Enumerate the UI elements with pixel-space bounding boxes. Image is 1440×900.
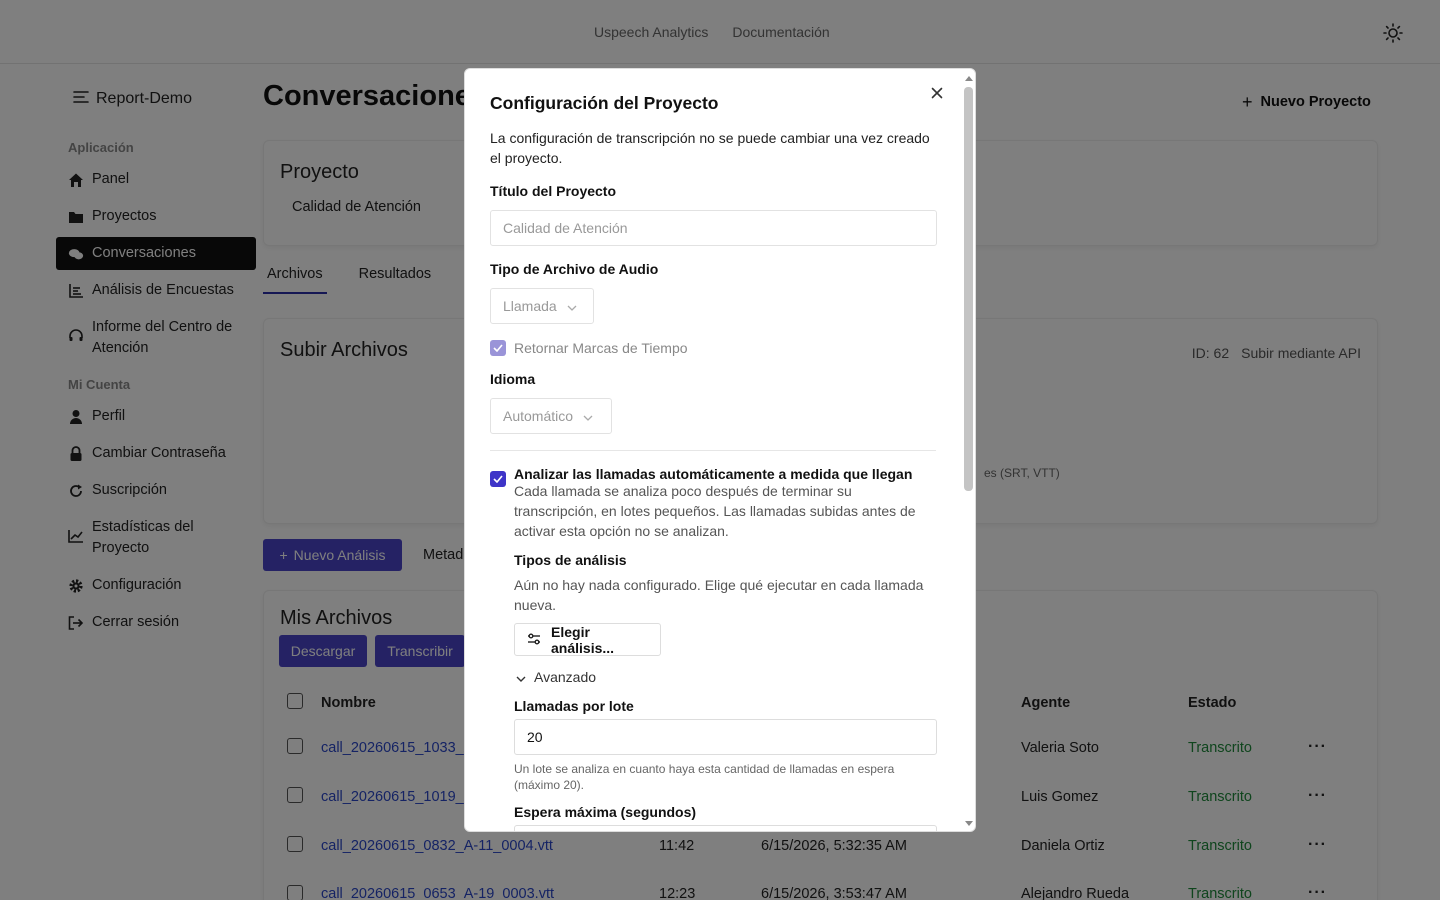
project-settings-dialog: Configuración del Proyecto La configurac… <box>464 68 976 832</box>
max-wait-label: Espera máxima (segundos) <box>514 804 697 820</box>
choose-analysis-label: Elegir análisis... <box>551 623 615 656</box>
audio-type-select[interactable]: Llamada <box>490 288 594 324</box>
analysis-types-description: Aún no hay nada configurado. Elige qué e… <box>514 577 924 613</box>
scroll-up-icon[interactable] <box>964 73 974 83</box>
timestamps-checkbox[interactable] <box>490 340 506 356</box>
analysis-types-label: Tipos de análisis <box>514 552 627 568</box>
audio-type-label: Tipo de Archivo de Audio <box>490 261 659 277</box>
choose-analysis-button[interactable]: Elegir análisis... <box>514 623 661 656</box>
language-select[interactable]: Automático <box>490 398 612 434</box>
chevron-down-icon <box>567 298 577 314</box>
dialog-description: La configuración de transcripción no se … <box>490 130 930 166</box>
batch-size-hint: Un lote se analiza en cuanto haya esta c… <box>514 762 895 792</box>
close-icon[interactable] <box>927 83 947 103</box>
scrollbar-thumb[interactable] <box>964 87 973 491</box>
project-title-input[interactable]: Calidad de Atención <box>490 210 937 246</box>
sliders-icon <box>527 632 541 648</box>
chevron-down-icon <box>516 669 526 685</box>
audio-type-value: Llamada <box>503 298 557 314</box>
language-value: Automático <box>503 408 574 424</box>
batch-size-label: Llamadas por lote <box>514 698 634 714</box>
chevron-down-icon <box>583 408 593 424</box>
advanced-label: Avanzado <box>534 669 597 685</box>
scroll-down-icon[interactable] <box>964 818 974 828</box>
auto-analyze-checkbox[interactable] <box>490 471 506 487</box>
auto-analyze-label: Analizar las llamadas automáticamente a … <box>514 466 913 482</box>
auto-analyze-description: Cada llamada se analiza poco después de … <box>514 483 916 539</box>
section-divider <box>490 450 936 451</box>
advanced-toggle[interactable]: Avanzado <box>516 669 596 685</box>
timestamps-label: Retornar Marcas de Tiempo <box>514 340 688 356</box>
batch-size-input[interactable]: 20 <box>514 719 937 755</box>
language-label: Idioma <box>490 371 536 387</box>
project-title-label: Título del Proyecto <box>490 183 617 199</box>
dialog-title: Configuración del Proyecto <box>490 93 719 113</box>
max-wait-input[interactable] <box>514 825 937 831</box>
